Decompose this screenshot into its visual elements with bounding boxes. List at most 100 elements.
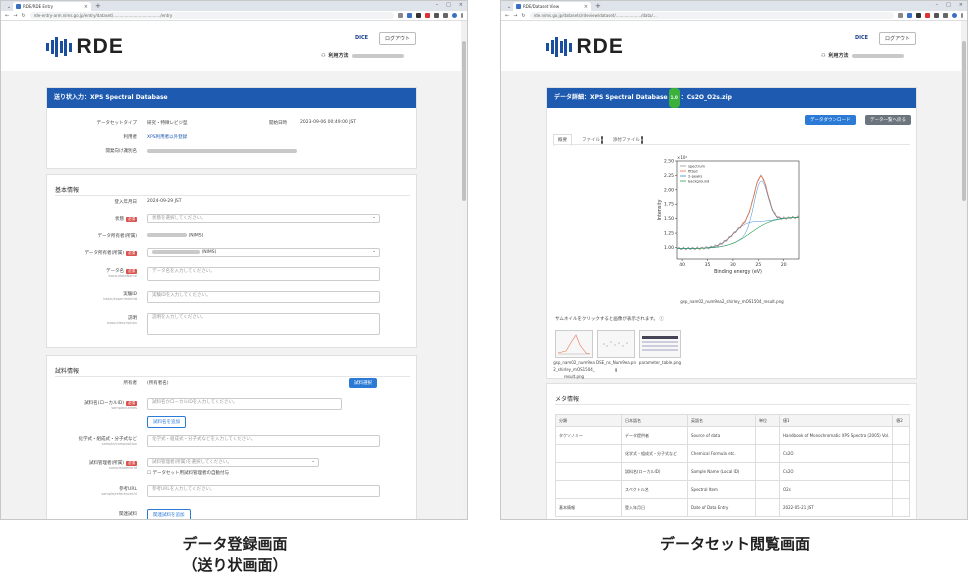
logout-button[interactable]: ログアウト [379, 32, 417, 45]
thumbnail-spectrum[interactable] [555, 330, 593, 358]
invoice-summary-card: 送り状入力：XPS Spectral Database データセットタイプ 研究… [46, 87, 417, 169]
metadata-card: メタ情報 分類 日本語名 英語名 単位 値1 値2 タクソノミー データ提供者 So… [546, 383, 917, 519]
tab-attachments-badge: 0 [640, 136, 643, 144]
composition-input[interactable]: 化学式・組成式・分子式などを入力してください。 [147, 435, 380, 447]
owner-name-redacted [147, 233, 187, 237]
help-icon[interactable]: ⓘ [659, 317, 664, 322]
reload-icon[interactable]: ↻ [21, 13, 25, 19]
sample-select-button[interactable]: 試料選択 [349, 378, 377, 388]
translate-icon[interactable] [398, 13, 403, 18]
data-download-button[interactable]: データダウンロード [805, 115, 856, 125]
required-badge: 必須 [126, 217, 137, 222]
reload-icon[interactable]: ↻ [521, 13, 525, 19]
browser-tab[interactable]: RDE/RDE Entry × [13, 2, 91, 11]
close-window-icon[interactable]: × [959, 2, 963, 8]
scrollbar-thumb[interactable] [962, 41, 966, 201]
scrollbar-thumb[interactable] [462, 41, 466, 201]
sample-name-input[interactable]: 試料名かローカルIDを入力してください。 [147, 398, 342, 410]
extension-icon[interactable] [416, 13, 421, 18]
profile-icon[interactable] [952, 13, 957, 18]
close-window-icon[interactable]: × [459, 2, 463, 8]
scrollbar[interactable] [461, 21, 467, 519]
url-field[interactable]: rde-entry-arm.nims.go.jp/entry/dataset/.… [29, 12, 394, 19]
dataset-detail-card: データ詳細：XPS Spectral Database 1.0 ：Cs2O_O2s.… [546, 87, 917, 379]
dataset-id-label: 開発向け識別名 [105, 149, 138, 154]
user-menu[interactable]: ⚇ 利用方法 [821, 52, 904, 59]
dataname-input[interactable]: データ名を入力してください。 [147, 267, 380, 281]
bookmark-star-icon[interactable] [407, 13, 412, 18]
browser-toolbar [398, 13, 463, 18]
puzzle-icon[interactable] [934, 13, 939, 18]
back-icon[interactable]: ← [505, 13, 509, 19]
reference-url-input[interactable]: 参考URLを入力してください。 [147, 485, 380, 497]
residual-thumb-icon [603, 341, 628, 347]
legend-label: fitted [688, 169, 698, 173]
table-cell: 2022-05-21 JST [778, 498, 894, 517]
extension-icon[interactable] [916, 13, 921, 18]
dataset-page: RDE DICE ログアウト ⚇ 利用方法 データ詳細：XPS Spectral… [501, 21, 961, 519]
user-menu[interactable]: ⚇ 利用方法 [321, 52, 404, 59]
tab-list-icon[interactable]: ⌄ [5, 3, 13, 11]
menu-icon[interactable] [961, 13, 963, 18]
new-tab-icon[interactable]: + [591, 2, 605, 11]
address-bar-row: ← → ↻ rde.nims.go.jp/datasets/rdeview/da… [501, 11, 967, 21]
scrollbar[interactable] [961, 21, 967, 519]
close-tab-icon[interactable]: × [84, 4, 88, 10]
desc-key: basic/description [107, 321, 137, 325]
thumbnail-parameter-table[interactable] [639, 330, 681, 358]
rde-logo[interactable]: RDE [546, 35, 624, 59]
minimize-icon[interactable]: – [436, 2, 439, 8]
template-link[interactable]: XPS利用者以外登録 [147, 134, 187, 140]
back-icon[interactable]: ← [5, 13, 9, 19]
thumbnail-note: サムネイルをクリックすると画像が表示されます。 ⓘ [555, 316, 664, 322]
status-select[interactable]: 状態を選択してください。 [147, 214, 380, 223]
add-sample-name-button[interactable]: 試料名を追加 [147, 416, 186, 428]
experiment-id-input[interactable]: 実験IDを入力してください。 [147, 291, 380, 303]
tab-list-icon[interactable]: ⌄ [505, 3, 513, 11]
description-textarea[interactable]: 説明を入力してください。 [147, 313, 380, 335]
puzzle-icon[interactable] [434, 13, 439, 18]
forward-icon[interactable]: → [13, 13, 17, 19]
sample-manager-select[interactable]: 試料管理者(所属)を選択してください。 [147, 458, 319, 467]
checkbox-icon[interactable]: ☐ [147, 471, 151, 476]
divider [553, 144, 910, 145]
profile-icon[interactable] [452, 13, 457, 18]
auto-assign-checkbox-row[interactable]: ☐ データセット用試料管理者の自動付与 [147, 470, 229, 476]
user-icon: ⚇ [821, 52, 826, 59]
download-icon[interactable] [943, 13, 948, 18]
bookmark-star-icon[interactable] [907, 13, 912, 18]
new-tab-icon[interactable]: + [91, 2, 105, 11]
url-field[interactable]: rde.nims.go.jp/datasets/rdeview/dataset/… [529, 12, 894, 19]
maximize-icon[interactable]: □ [446, 2, 451, 8]
logout-button[interactable]: ログアウト [879, 32, 917, 45]
extension-red-icon[interactable] [425, 13, 430, 18]
table-row: 基本情報 登入年月日 Date of Data Entry 2022-05-21 JS… [555, 498, 910, 517]
browser-tab[interactable]: RDE/Dataset View × [513, 2, 591, 11]
table-cell: Handbook of Monochromatic XPS Spectra (2… [778, 426, 894, 445]
owner-affiliation: (NIMS) [188, 233, 204, 239]
maximize-icon[interactable]: □ [946, 2, 951, 8]
forward-icon[interactable]: → [513, 13, 517, 19]
menu-icon[interactable] [461, 13, 463, 18]
status-label-text: 状態 [115, 217, 124, 222]
table-cell [755, 462, 780, 481]
back-to-list-button[interactable]: データ一覧へ戻る [865, 115, 911, 125]
column-header: 英語名 [687, 414, 756, 427]
xps-spectrum-chart[interactable]: 40 35 30 25 20 1.00 1.25 1.50 1.75 2.00 2.25 2.50×1… [655, 151, 807, 291]
owner2-select[interactable]: (NIMS) [147, 248, 380, 257]
caption-entry-line2: （送り状画面） [182, 556, 288, 574]
minimize-icon[interactable]: – [936, 2, 939, 8]
spectrum-thumb-icon [557, 334, 591, 355]
thumbnail-residual[interactable] [597, 330, 635, 358]
table-cell: スペクトル名 [621, 480, 688, 499]
close-tab-icon[interactable]: × [584, 4, 588, 10]
translate-icon[interactable] [898, 13, 903, 18]
sample-name-label: 試料名(ローカルID) 必須 sample/names [57, 400, 137, 410]
extension-red-icon[interactable] [925, 13, 930, 18]
column-header: 日本語名 [621, 414, 688, 427]
rde-logo[interactable]: RDE [46, 35, 124, 59]
table-row: スペクトル名 Spectral Item O2s [555, 480, 910, 499]
add-related-sample-button[interactable]: 関連試料を追加 [147, 509, 191, 519]
sample-manager-label: 試料管理者(所属) 必須 sample/ownerId [57, 460, 137, 470]
download-icon[interactable] [443, 13, 448, 18]
